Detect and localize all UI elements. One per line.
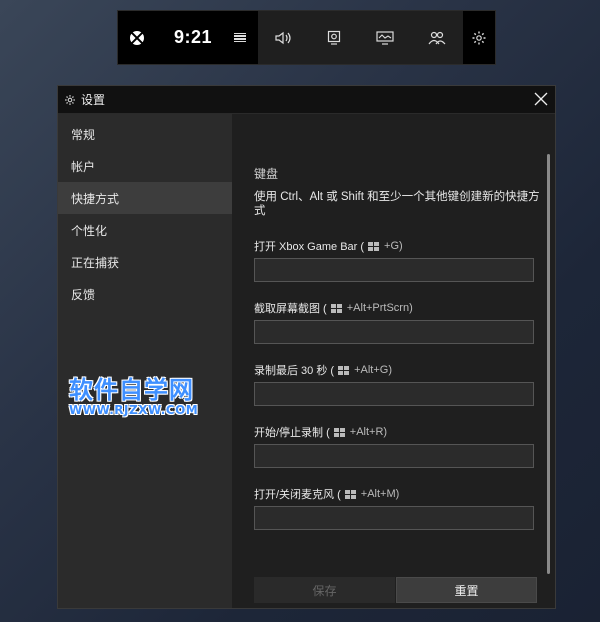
windows-icon: [344, 489, 356, 499]
windows-icon: [333, 427, 345, 437]
watermark: 软件自学网 WWW.RJZXW.COM: [69, 377, 219, 421]
watermark-title: 软件自学网: [69, 376, 194, 404]
settings-window: 设置 常规 帐户 快捷方式 个性化 正在捕获 反馈 键盘 使用 Ctrl、Alt…: [57, 85, 556, 609]
windows-icon: [368, 241, 380, 251]
reset-button[interactable]: 重置: [396, 577, 537, 603]
game-bar: 9:21: [117, 10, 496, 65]
clock: 9:21: [174, 27, 213, 47]
settings-titlebar: 设置: [58, 86, 555, 114]
sidebar-item-general[interactable]: 常规: [58, 118, 232, 150]
shortcut-key-hint: +Alt+R): [349, 426, 388, 438]
settings-sidebar: 常规 帐户 快捷方式 个性化 正在捕获 反馈: [58, 114, 232, 608]
shortcut-input-toggle-mic[interactable]: [254, 506, 534, 530]
sidebar-item-account[interactable]: 帐户: [58, 150, 232, 182]
settings-gear-icon[interactable]: [471, 30, 487, 46]
shortcut-label-screenshot: 截取屏幕截图 ( +Alt+PrtScrn): [254, 300, 413, 316]
shortcut-description: 使用 Ctrl、Alt 或 Shift 和至少一个其他键创建新的快捷方式: [254, 191, 540, 217]
shortcut-label-text: 打开 Xbox Game Bar (: [254, 241, 365, 253]
social-icon[interactable]: [428, 31, 446, 45]
windows-icon: [338, 365, 350, 375]
capture-icon[interactable]: [327, 30, 341, 46]
settings-content: 键盘 使用 Ctrl、Alt 或 Shift 和至少一个其他键创建新的快捷方式 …: [232, 114, 555, 608]
save-button[interactable]: 保存: [254, 577, 395, 603]
shortcut-label-text: 录制最后 30 秒 (: [254, 365, 335, 377]
game-bar-widgets: [258, 11, 463, 64]
shortcut-label-toggle-mic: 打开/关闭麦克风 ( +Alt+M): [254, 486, 399, 502]
shortcut-label-text: 打开/关闭麦克风 (: [254, 489, 341, 501]
shortcut-key-hint: +Alt+G): [354, 364, 392, 376]
windows-icon: [330, 303, 342, 313]
shortcut-label-open-gamebar: 打开 Xbox Game Bar ( +G): [254, 238, 403, 254]
gear-icon: [64, 94, 76, 106]
menu-icon[interactable]: [234, 32, 247, 43]
shortcut-label-text: 开始/停止录制 (: [254, 427, 330, 439]
settings-title: 设置: [81, 93, 106, 107]
sidebar-item-capturing[interactable]: 正在捕获: [58, 246, 232, 278]
shortcut-key-hint: +Alt+PrtScrn): [346, 302, 413, 314]
shortcut-input-start-stop-recording[interactable]: [254, 444, 534, 468]
shortcut-input-screenshot[interactable]: [254, 320, 534, 344]
audio-icon[interactable]: [275, 31, 293, 45]
xbox-icon[interactable]: [130, 30, 144, 45]
shortcut-key-hint: +G): [384, 240, 403, 252]
performance-icon[interactable]: [376, 30, 394, 45]
game-bar-home-section: 9:21: [118, 11, 258, 64]
shortcut-label-start-stop-recording: 开始/停止录制 ( +Alt+R): [254, 424, 387, 440]
game-bar-settings: [463, 11, 495, 64]
sidebar-item-personalization[interactable]: 个性化: [58, 214, 232, 246]
shortcut-label-text: 截取屏幕截图 (: [254, 303, 327, 315]
shortcut-key-hint: +Alt+M): [360, 488, 400, 500]
sidebar-item-shortcuts[interactable]: 快捷方式: [58, 182, 232, 214]
section-title: 键盘: [254, 167, 279, 181]
shortcut-input-record-last-30s[interactable]: [254, 382, 534, 406]
watermark-url: WWW.RJZXW.COM: [69, 403, 199, 417]
sidebar-item-feedback[interactable]: 反馈: [58, 278, 232, 310]
shortcut-label-record-last-30s: 录制最后 30 秒 ( +Alt+G): [254, 362, 392, 378]
shortcut-input-open-gamebar[interactable]: [254, 258, 534, 282]
close-icon[interactable]: [533, 91, 549, 107]
scrollbar[interactable]: [547, 154, 550, 574]
